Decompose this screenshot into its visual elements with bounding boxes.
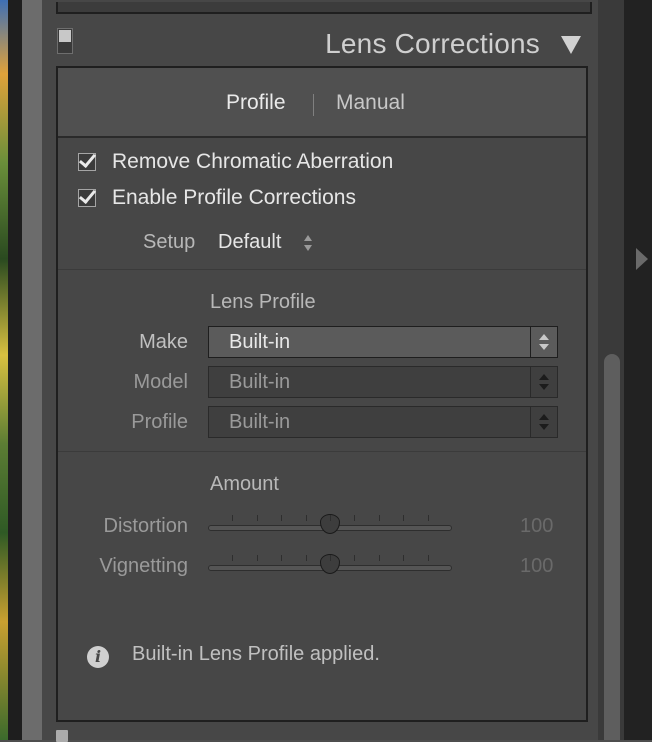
enable-profile-corrections-checkbox[interactable]: [78, 189, 96, 207]
slider-tick: [257, 515, 258, 521]
profile-value: Built-in: [229, 411, 291, 433]
setup-select[interactable]: Default: [218, 231, 281, 254]
slider-tick: [354, 515, 355, 521]
next-panel-switch[interactable]: [56, 730, 68, 742]
make-dropdown[interactable]: Built-in: [208, 326, 558, 358]
photo-preview-edge: [0, 0, 8, 740]
lens-profile-heading: Lens Profile: [210, 291, 316, 313]
slider-tick: [306, 515, 307, 521]
slider-tick: [281, 515, 282, 521]
model-label: Model: [133, 371, 188, 393]
slider-tick: [379, 555, 380, 561]
remove-chromatic-aberration-label: Remove Chromatic Aberration: [112, 150, 394, 173]
vignetting-slider[interactable]: [208, 552, 452, 582]
slider-tick: [257, 555, 258, 561]
amount-heading: Amount: [210, 473, 279, 495]
lens-corrections-panel: Lens Corrections Profile Manual Remove C…: [42, 0, 598, 742]
panel-switch-knob: [59, 30, 71, 42]
slider-tick: [232, 515, 233, 521]
slider-tick: [403, 555, 404, 561]
tab-separator: [313, 94, 314, 116]
slider-tick: [330, 515, 331, 521]
right-panel-collapse-strip[interactable]: [624, 0, 652, 740]
divider: [58, 451, 586, 452]
panel-enable-switch[interactable]: [57, 28, 73, 54]
slider-tick: [330, 555, 331, 561]
slider-tick: [354, 555, 355, 561]
make-value: Built-in: [229, 331, 291, 353]
slider-tick: [428, 515, 429, 521]
model-value: Built-in: [229, 371, 291, 393]
previous-panel-edge: [56, 2, 592, 14]
collapse-triangle-icon[interactable]: [561, 36, 581, 54]
filmstrip-gutter: [8, 0, 22, 740]
tab-manual[interactable]: Manual: [336, 91, 405, 115]
scrollbar-thumb[interactable]: [604, 354, 620, 740]
profile-dropdown-arrows-icon: [530, 407, 557, 437]
slider-tick: [232, 555, 233, 561]
setup-label: Setup: [143, 231, 196, 253]
tab-profile[interactable]: Profile: [226, 91, 286, 115]
vignetting-value: 100: [520, 555, 554, 577]
vignetting-label: Vignetting: [99, 555, 188, 577]
slider-tick: [281, 555, 282, 561]
panel-body: Profile Manual Remove Chromatic Aberrati…: [56, 66, 588, 722]
distortion-slider[interactable]: [208, 512, 452, 542]
remove-chromatic-aberration-row[interactable]: Remove Chromatic Aberration: [78, 150, 393, 174]
distortion-value: 100: [520, 515, 554, 537]
profile-dropdown[interactable]: Built-in: [208, 406, 558, 438]
enable-profile-corrections-label: Enable Profile Corrections: [112, 186, 356, 209]
panel-title[interactable]: Lens Corrections: [325, 28, 540, 60]
distortion-label: Distortion: [103, 515, 188, 537]
make-label: Make: [139, 331, 188, 353]
model-dropdown-arrows-icon: [530, 367, 557, 397]
enable-profile-corrections-row[interactable]: Enable Profile Corrections: [78, 186, 356, 210]
info-icon: i: [87, 646, 109, 668]
model-dropdown[interactable]: Built-in: [208, 366, 558, 398]
slider-tick: [428, 555, 429, 561]
info-message: Built-in Lens Profile applied.: [132, 643, 380, 665]
up-arrow-icon: [304, 235, 312, 241]
down-arrow-icon: [304, 245, 312, 251]
divider: [58, 269, 586, 270]
tabs-bar: Profile Manual: [58, 68, 586, 138]
slider-tick: [379, 515, 380, 521]
expand-right-arrow-icon[interactable]: [636, 248, 648, 270]
slider-tick: [403, 515, 404, 521]
profile-label: Profile: [131, 411, 188, 433]
make-dropdown-arrows-icon: [530, 327, 557, 357]
setup-stepper-icon[interactable]: [302, 234, 314, 254]
panel-left-border: [22, 0, 42, 740]
slider-tick: [306, 555, 307, 561]
remove-chromatic-aberration-checkbox[interactable]: [78, 153, 96, 171]
